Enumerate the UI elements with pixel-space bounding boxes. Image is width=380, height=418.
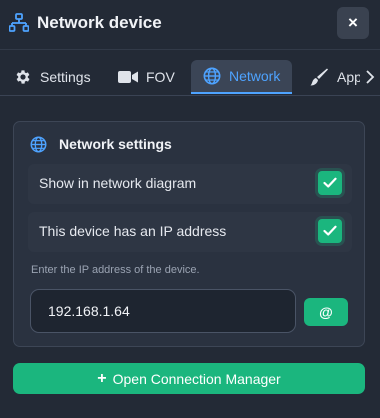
checkmark-icon [323,177,337,188]
at-button[interactable]: @ [304,298,348,326]
tab-network[interactable]: Network [191,60,292,94]
at-icon: @ [319,304,333,320]
chevron-right-icon [366,70,375,84]
option-label: Show in network diagram [39,175,197,191]
network-icon [9,13,29,32]
tabs-scroll-right[interactable] [360,60,380,94]
camera-icon [118,71,138,83]
close-button[interactable]: × [337,7,369,39]
close-icon: × [348,13,358,32]
show-in-diagram-checkbox[interactable] [318,171,342,195]
option-show-in-diagram: Show in network diagram [28,164,352,204]
globe-icon [203,67,221,85]
checkmark-icon [323,225,337,236]
globe-icon [30,136,47,152]
button-label: Open Connection Manager [112,370,281,387]
tab-fov[interactable]: FOV [118,60,175,94]
open-connection-manager-button[interactable]: + Open Connection Manager [13,363,365,394]
tab-settings[interactable]: Settings [14,60,91,94]
card-title-label: Network settings [59,136,172,152]
option-has-ip-address: This device has an IP address [28,212,352,252]
network-settings-card: Network settings Show in network diagram… [13,121,365,347]
ip-address-input[interactable] [30,289,296,333]
card-title: Network settings [30,134,172,154]
option-label: This device has an IP address [39,223,227,239]
gear-icon [16,70,30,84]
ip-hint-text: Enter the IP address of the device. [31,264,200,276]
tab-label: Settings [40,69,91,85]
plus-icon: + [97,369,107,387]
tab-label: Network [229,68,281,84]
has-ip-address-checkbox[interactable] [318,219,342,243]
network-device-panel: Network device × Settings FOV Network Ap… [0,0,380,418]
panel-title: Network device [37,13,162,32]
panel-header: Network device × [0,0,380,50]
tab-label: FOV [146,69,175,85]
tab-bar: Settings FOV Network Appeara [0,52,380,96]
brush-icon [310,68,328,86]
